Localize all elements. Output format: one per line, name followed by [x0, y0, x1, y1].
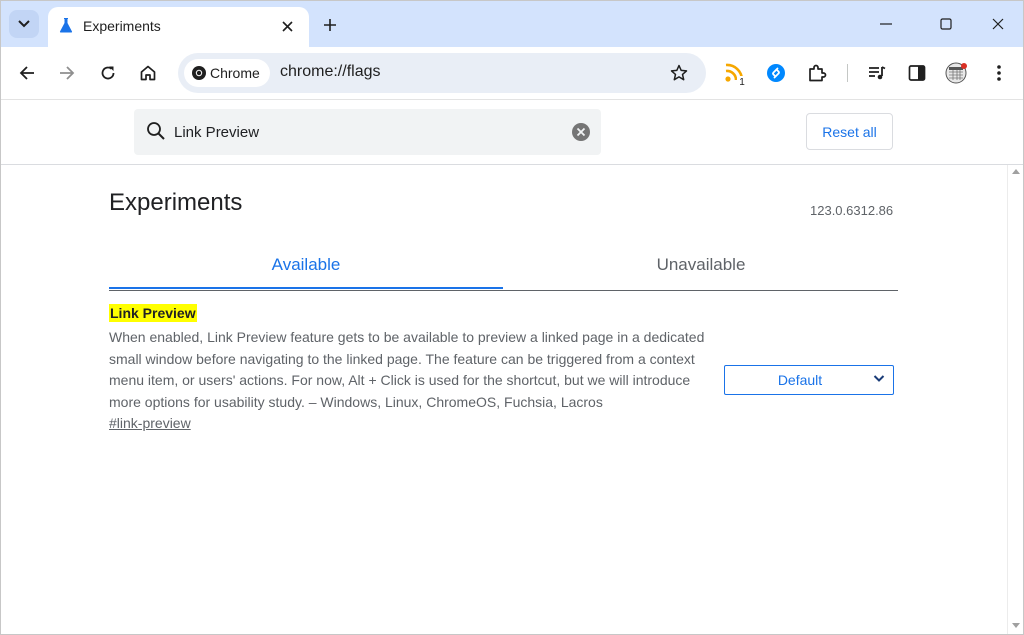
flags-content: Experiments 123.0.6312.86 Available Unav…: [1, 165, 1007, 634]
media-control-button[interactable]: [864, 59, 890, 87]
flags-search-input[interactable]: [174, 121, 554, 143]
rss-badge: 1: [739, 77, 745, 86]
tab-experiments[interactable]: Experiments: [48, 7, 309, 47]
chrome-menu-button[interactable]: [986, 59, 1012, 87]
maximize-button[interactable]: [926, 9, 966, 39]
side-panel-icon: [908, 65, 926, 81]
reset-all-button[interactable]: Reset all: [806, 113, 893, 150]
flask-icon: [59, 18, 73, 33]
calendar-icon: [945, 62, 967, 84]
browser-window: Experiments Chrome chrome://flags 1 Link…: [0, 0, 1024, 635]
home-button[interactable]: [134, 59, 162, 87]
flags-search-box[interactable]: [134, 109, 601, 155]
address-bar[interactable]: Chrome chrome://flags: [178, 53, 706, 93]
forward-button[interactable]: [53, 59, 81, 87]
shazam-extension-button[interactable]: [763, 59, 789, 87]
puzzle-icon: [809, 64, 827, 82]
url-text[interactable]: chrome://flags: [280, 63, 380, 81]
search-icon: [147, 122, 165, 140]
media-control-icon: [869, 66, 886, 80]
tab-unavailable[interactable]: Unavailable: [504, 255, 898, 275]
flags-tabs: Available Unavailable: [109, 245, 898, 291]
forward-arrow-icon: [60, 66, 75, 80]
close-icon: [281, 20, 293, 32]
tab-title: Experiments: [83, 18, 161, 34]
shazam-icon: [767, 64, 785, 82]
back-arrow-icon: [19, 66, 34, 80]
flag-name: Link Preview: [109, 304, 197, 322]
minimize-icon: [880, 23, 892, 25]
chip-label: Chrome: [210, 65, 260, 81]
back-button[interactable]: [13, 59, 41, 87]
flags-header: Reset all: [1, 100, 1023, 165]
home-icon: [140, 65, 156, 81]
maximize-icon: [940, 18, 952, 30]
clear-icon[interactable]: [571, 122, 591, 142]
chevron-down-icon: [18, 20, 30, 28]
toolbar-separator: [847, 64, 848, 82]
chrome-logo-icon: [192, 66, 206, 80]
more-vert-icon: [997, 65, 1001, 81]
new-tab-button[interactable]: [318, 13, 342, 37]
star-icon: [670, 64, 688, 81]
rss-extension-button[interactable]: 1: [722, 59, 748, 87]
bookmark-star-button[interactable]: [667, 61, 691, 85]
scroll-down-arrow-icon[interactable]: [1012, 623, 1020, 628]
tab-available[interactable]: Available: [109, 255, 503, 275]
reload-icon: [101, 66, 115, 80]
selected-option: Default: [777, 372, 823, 388]
calendar-extension-button[interactable]: [944, 59, 970, 87]
tab-strip: Experiments: [1, 1, 1023, 47]
browser-toolbar: Chrome chrome://flags 1: [1, 47, 1023, 100]
reload-button[interactable]: [94, 59, 122, 87]
flag-permalink[interactable]: #link-preview: [109, 415, 191, 431]
version-label: 123.0.6312.86: [810, 203, 894, 218]
tab-search-button[interactable]: [9, 10, 39, 38]
tab-close-button[interactable]: [277, 16, 297, 36]
scroll-up-arrow-icon[interactable]: [1012, 169, 1020, 174]
site-info-chip[interactable]: Chrome: [184, 59, 270, 87]
plus-icon: [324, 19, 336, 31]
side-panel-button[interactable]: [904, 59, 930, 87]
window-close-button[interactable]: [978, 9, 1018, 39]
vertical-scrollbar[interactable]: [1007, 165, 1023, 634]
flag-description: When enabled, Link Preview feature gets …: [109, 329, 705, 410]
page-title: Experiments: [109, 189, 243, 216]
flag-state-select[interactable]: Default: [724, 365, 894, 395]
minimize-button[interactable]: [866, 9, 906, 39]
extensions-button[interactable]: [804, 59, 830, 87]
flag-entry: Link Preview When enabled, Link Preview …: [109, 304, 719, 433]
chevron-down-icon: [873, 375, 885, 382]
rss-icon: 1: [725, 63, 747, 86]
window-close-icon: [992, 18, 1004, 30]
active-tab-indicator: [109, 287, 503, 289]
